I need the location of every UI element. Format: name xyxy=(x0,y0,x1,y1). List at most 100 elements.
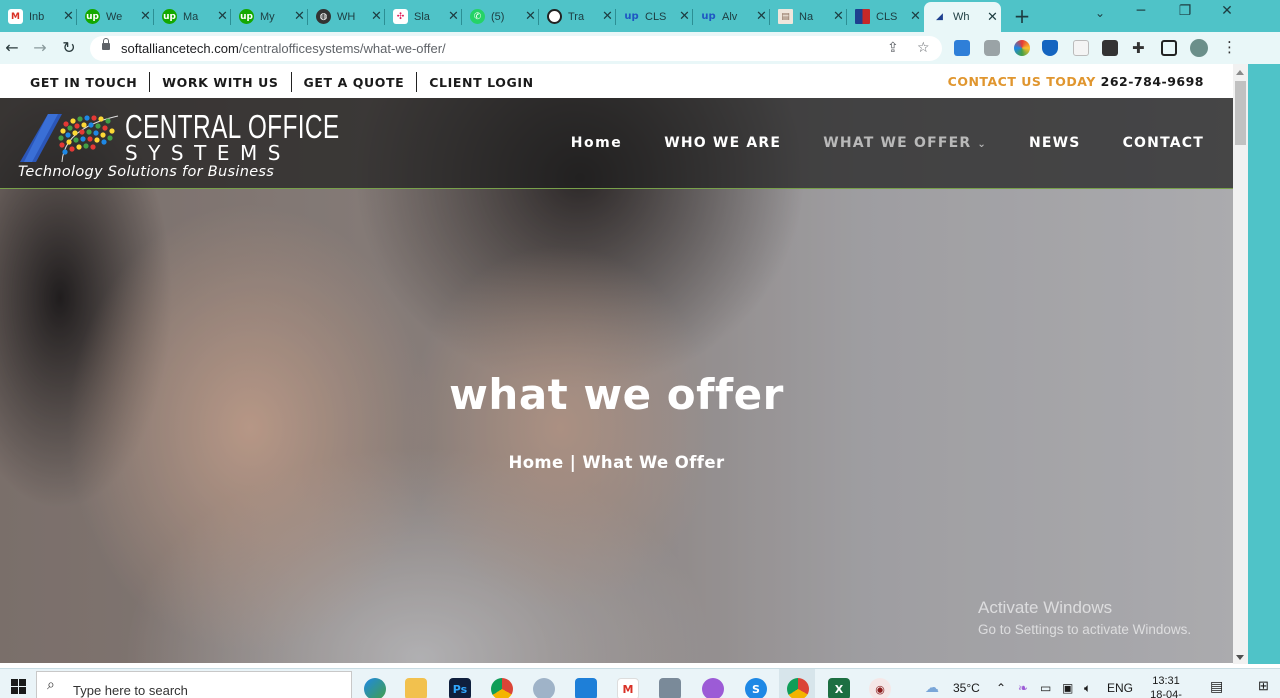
contact-phone[interactable]: CONTACT US TODAY 262-784-9698 xyxy=(948,74,1204,89)
close-tab-icon[interactable]: ✕ xyxy=(525,9,536,24)
network-icon[interactable]: ▣ xyxy=(1062,681,1073,695)
chrome-active-icon[interactable] xyxy=(787,678,809,698)
tab-upwork-1[interactable]: up We ✕ xyxy=(77,4,154,29)
upwork-icon: up xyxy=(624,11,639,22)
restore-button[interactable]: ❐ xyxy=(1170,3,1200,19)
shield-icon[interactable] xyxy=(1042,40,1058,56)
nav-who-we-are[interactable]: WHO WE ARE xyxy=(664,135,781,151)
chrome-icon[interactable] xyxy=(491,678,513,698)
notification-center-icon[interactable]: ▤ xyxy=(1210,678,1223,695)
close-tab-icon[interactable]: ✕ xyxy=(140,9,151,24)
tab-wh[interactable]: ◍ WH ✕ xyxy=(308,4,385,29)
windows-start-icon[interactable] xyxy=(11,679,27,695)
new-badge-icon[interactable] xyxy=(1102,40,1118,56)
edge-icon[interactable] xyxy=(364,678,386,698)
whatsapp-icon: ✆ xyxy=(470,9,485,24)
tab-alv[interactable]: up Alv ✕ xyxy=(693,4,770,29)
close-tab-icon[interactable]: ✕ xyxy=(217,9,228,24)
text-extension-icon[interactable] xyxy=(1073,40,1089,56)
sidebar-icon[interactable] xyxy=(1161,40,1177,56)
tab-gmail[interactable]: M Inb ✕ xyxy=(0,4,77,29)
scroll-thumb[interactable] xyxy=(1235,81,1246,145)
close-tab-icon[interactable]: ✕ xyxy=(756,9,767,24)
extensions-puzzle-icon[interactable]: ✚ xyxy=(1132,39,1148,57)
bookmark-star-icon[interactable]: ☆ xyxy=(917,40,930,56)
breadcrumb[interactable]: Home | What We Offer xyxy=(0,453,1233,472)
feather-app-icon[interactable] xyxy=(702,678,724,698)
tab-cls-2[interactable]: CLS ✕ xyxy=(847,4,924,29)
tab-label: Wh xyxy=(953,11,970,23)
calculator-icon[interactable] xyxy=(659,678,681,698)
taskbar-clock[interactable]: 13:31 18-04-2022 xyxy=(1140,674,1192,698)
vscode-icon[interactable] xyxy=(575,678,597,698)
tab-slack[interactable]: ✣ Sla ✕ xyxy=(385,4,462,29)
weather-cloud-icon[interactable]: ☁ xyxy=(925,679,939,696)
get-a-quote-link[interactable]: GET A QUOTE xyxy=(304,75,405,90)
battery-icon[interactable]: ▭ xyxy=(1040,681,1051,695)
tab-label: Tra xyxy=(568,10,585,23)
volume-icon[interactable]: 🔈︎ xyxy=(1084,681,1091,696)
tab-upwork-2[interactable]: up Ma ✕ xyxy=(154,4,231,29)
page-scrollbar[interactable] xyxy=(1233,64,1248,664)
tab-tra[interactable]: Tra ✕ xyxy=(539,4,616,29)
profile-avatar[interactable] xyxy=(1190,39,1208,57)
extension-f-icon[interactable] xyxy=(954,40,970,56)
nav-what-we-offer[interactable]: WHAT WE OFFER ⌄ xyxy=(823,135,987,151)
close-tab-icon[interactable]: ✕ xyxy=(602,9,613,24)
lock-icon[interactable] xyxy=(102,38,110,50)
eye-app-icon[interactable]: ◉ xyxy=(869,678,891,698)
close-tab-icon[interactable]: ✕ xyxy=(987,10,998,25)
forward-arrow-icon[interactable]: → xyxy=(30,38,50,57)
close-tab-icon[interactable]: ✕ xyxy=(679,9,690,24)
site-logo[interactable]: CENTRAL OFFICE SYSTEMS Technology Soluti… xyxy=(18,106,339,186)
paint-icon[interactable] xyxy=(533,678,555,698)
address-bar[interactable]: softalliancetech.com/centralofficesystem… xyxy=(90,36,942,61)
camera-icon[interactable] xyxy=(984,40,1000,56)
close-tab-icon[interactable]: ✕ xyxy=(371,9,382,24)
tab-label: We xyxy=(106,10,123,23)
close-tab-icon[interactable]: ✕ xyxy=(833,9,844,24)
phone-number[interactable]: 262-784-9698 xyxy=(1101,74,1204,89)
tab-whatsapp[interactable]: ✆ (5) ✕ xyxy=(462,4,539,29)
tab-search-chevron-icon[interactable]: ⌄ xyxy=(1085,6,1115,20)
work-with-us-link[interactable]: WORK WITH US xyxy=(162,75,278,90)
taskbar-search[interactable]: ⌕ Type here to search xyxy=(36,671,352,698)
url-text[interactable]: softalliancetech.com/centralofficesystem… xyxy=(121,41,446,56)
share-icon[interactable]: ⇪ xyxy=(887,40,899,56)
logo-mark-icon xyxy=(20,114,119,163)
reload-icon[interactable]: ↻ xyxy=(59,38,79,57)
tab-upwork-3[interactable]: up My ✕ xyxy=(231,4,308,29)
close-tab-icon[interactable]: ✕ xyxy=(910,9,921,24)
get-in-touch-link[interactable]: GET IN TOUCH xyxy=(30,75,137,90)
color-picker-icon[interactable] xyxy=(1014,40,1030,56)
excel-icon[interactable]: X xyxy=(828,678,850,698)
language-indicator[interactable]: ENG xyxy=(1107,681,1133,695)
nav-contact[interactable]: CONTACT xyxy=(1123,135,1204,151)
photoshop-icon[interactable]: Ps xyxy=(449,678,471,698)
windows-logo-icon[interactable]: ⊞ xyxy=(1258,678,1269,694)
close-window-button[interactable]: ✕ xyxy=(1212,3,1242,19)
tab-cls-1[interactable]: up CLS ✕ xyxy=(616,4,693,29)
nav-news[interactable]: NEWS xyxy=(1029,135,1081,151)
skype-icon[interactable]: S xyxy=(745,678,767,698)
tray-feather-icon[interactable]: ❧ xyxy=(1018,681,1028,695)
menu-kebab-icon[interactable]: ⋮ xyxy=(1222,38,1237,56)
scroll-down-arrow-icon[interactable] xyxy=(1236,655,1244,660)
new-tab-button[interactable]: + xyxy=(1011,4,1033,28)
nav-home[interactable]: Home xyxy=(571,135,622,151)
tab-na[interactable]: ▤ Na ✕ xyxy=(770,4,847,29)
file-explorer-icon[interactable] xyxy=(405,678,427,698)
minimize-button[interactable]: ─ xyxy=(1126,3,1156,19)
close-tab-icon[interactable]: ✕ xyxy=(294,9,305,24)
weather-temperature[interactable]: 35°C xyxy=(953,681,980,695)
close-tab-icon[interactable]: ✕ xyxy=(63,9,74,24)
back-arrow-icon[interactable]: ← xyxy=(2,38,22,57)
tray-chevron-up-icon[interactable]: ⌃ xyxy=(996,681,1006,695)
client-login-link[interactable]: CLIENT LOGIN xyxy=(429,75,533,90)
tab-what-we-offer-active[interactable]: ◢ Wh ✕ xyxy=(924,2,1001,32)
search-placeholder: Type here to search xyxy=(73,683,188,698)
scroll-up-arrow-icon[interactable] xyxy=(1236,70,1244,75)
close-tab-icon[interactable]: ✕ xyxy=(448,9,459,24)
circle-icon xyxy=(547,9,562,24)
gmail-app-icon[interactable]: M xyxy=(617,678,639,698)
